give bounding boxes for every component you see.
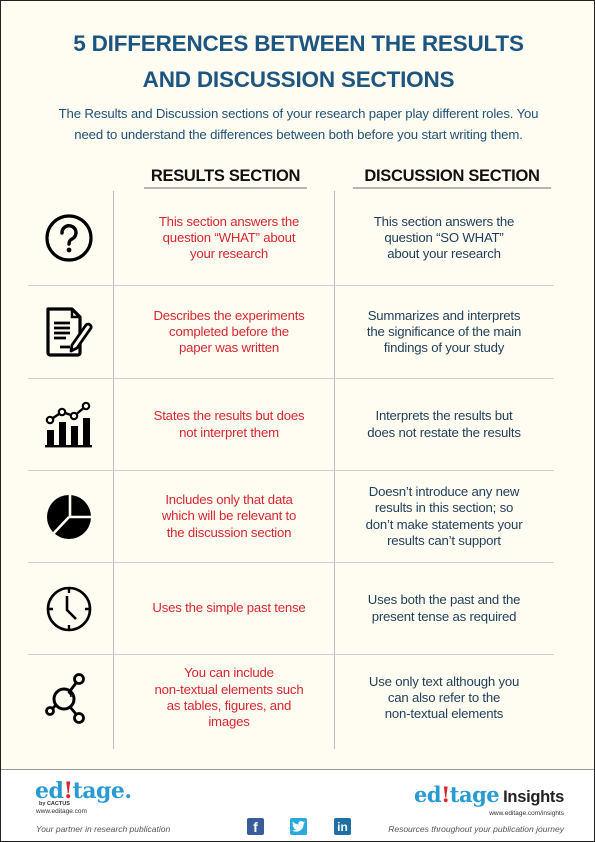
infographic-body: 5 DIFFERENCES BETWEEN THE RESULTS AND DI…	[1, 1, 594, 770]
cell-text-line: States the results but does	[153, 408, 305, 424]
logo-text: ed	[414, 782, 442, 807]
intro-text: The Results and Discussion sections of y…	[1, 103, 595, 145]
editage-insights-logo[interactable]: ed!tage Insights	[414, 782, 564, 807]
twitter-icon[interactable]	[290, 818, 307, 835]
document-pen-icon	[41, 286, 97, 378]
discussion-cell: Use only text although you can also refer…	[344, 655, 544, 741]
intro-line-2: need to understand the differences betwe…	[74, 127, 523, 142]
bar-line-chart-icon	[41, 379, 97, 470]
cell-text: Includes only that data which will be rel…	[162, 492, 296, 541]
discussion-cell: Uses both the past and the present tense …	[344, 563, 544, 654]
comparison-row: Uses the simple past tense Uses both the…	[1, 563, 595, 654]
editage-logo[interactable]: ed!tage. by CACTUS	[35, 780, 132, 807]
page-title: 5 DIFFERENCES BETWEEN THE RESULTS AND DI…	[1, 26, 595, 98]
cell-text-line: Uses both the past and the	[367, 592, 521, 608]
discussion-cell: Summarizes and interprets the significanc…	[344, 286, 544, 378]
cell-text-line: which will be relevant to	[161, 508, 297, 524]
cell-text-line: non-textual elements	[384, 706, 504, 722]
cell-text-line: images	[208, 714, 250, 730]
editage-url-link[interactable]: www.editage.com	[36, 808, 87, 815]
title-line-1: 5 DIFFERENCES BETWEEN THE RESULTS	[73, 31, 524, 56]
comparison-row: Describes the experiments completed befor…	[1, 286, 595, 378]
cell-text: Use only text although you can also refer…	[369, 674, 519, 723]
cell-text-line: not interpret them	[179, 424, 279, 440]
intro-line-1: The Results and Discussion sections of y…	[58, 106, 539, 121]
cell-text-line: don’t make statements your	[365, 516, 523, 532]
cell-text: Doesn’t introduce any new results in this…	[366, 484, 523, 549]
discussion-column-header: DISCUSSION SECTION	[353, 165, 551, 189]
cell-text-line: Use only text although you	[368, 673, 520, 689]
question-circle-icon	[41, 191, 97, 285]
discussion-cell: This section answers the question “SO WHA…	[344, 191, 544, 285]
cell-text-line: as tables, figures, and	[166, 698, 292, 713]
cell-text: Describes the experiments completed befor…	[153, 308, 304, 357]
cell-text: Uses the simple past tense	[152, 600, 305, 616]
cell-text-line: question “SO WHAT”	[384, 229, 504, 245]
results-cell: Uses the simple past tense	[129, 563, 329, 654]
comparison-row: States the results but does not interpret…	[1, 379, 595, 470]
cell-text-line: This section answers the	[158, 213, 300, 229]
cell-text-line: about your research	[387, 246, 501, 262]
cell-text-line: paper was written	[179, 340, 279, 356]
right-tagline: Resources throughout your publication jo…	[388, 824, 564, 834]
results-cell: Describes the experiments completed befor…	[129, 286, 329, 378]
cell-text-line: results in this section; so	[374, 500, 514, 516]
cell-text-line: Includes only that data	[165, 492, 293, 508]
cell-text-line: Uses the simple past tense	[152, 600, 306, 616]
cell-text-line: does not restate the results	[367, 424, 521, 440]
cell-text: Interprets the results but does not resta…	[367, 408, 521, 441]
cell-text-line: can also refer to the	[387, 689, 501, 705]
cell-text: This section answers the question “SO WHA…	[373, 213, 515, 263]
facebook-icon[interactable]: f	[247, 818, 264, 835]
results-cell: You can include non-textual elements such…	[129, 655, 329, 741]
cell-text-line: completed before the	[169, 323, 289, 339]
cell-text-line: the significance of the main	[366, 323, 522, 339]
cell-text-line: results can’t support	[387, 532, 501, 548]
cell-text: States the results but does not interpret…	[154, 408, 305, 441]
cell-text-line: the discussion section	[166, 524, 292, 540]
cell-text: This section answers the question “WHAT” …	[158, 213, 300, 263]
logo-pencil-mark: !	[441, 782, 450, 807]
discussion-cell: Doesn’t introduce any new results in this…	[344, 471, 544, 562]
title-line-2: AND DISCUSSION SECTIONS	[142, 67, 455, 92]
cell-text-line: non-textual elements such	[154, 681, 304, 697]
cell-text-line: This section answers the	[373, 213, 515, 229]
logo-text: tage	[449, 782, 500, 807]
clock-icon	[41, 563, 97, 654]
cell-text-line: findings of your study	[383, 340, 505, 356]
cell-text: Summarizes and interprets the significanc…	[367, 308, 521, 357]
cell-text-line: You can include	[184, 665, 274, 681]
insights-label: Insights	[503, 788, 564, 806]
cell-text-line: question “WHAT” about	[162, 229, 296, 245]
cell-text-line: Doesn’t introduce any new	[368, 483, 520, 499]
comparison-row: You can include non-textual elements such…	[1, 655, 595, 749]
insights-url-link[interactable]: www.editage.com/insights	[489, 810, 564, 817]
pie-chart-icon	[41, 471, 97, 562]
linkedin-icon[interactable]: in	[334, 818, 351, 835]
comparison-row: Includes only that data which will be rel…	[1, 471, 595, 562]
cell-text-line: your research	[189, 246, 268, 262]
comparison-row: This section answers the question “WHAT” …	[1, 191, 595, 285]
discussion-cell: Interprets the results but does not resta…	[344, 379, 544, 470]
cell-text-line: Interprets the results but	[375, 408, 513, 424]
results-cell: Includes only that data which will be rel…	[129, 471, 329, 562]
cell-text-line: present tense as required	[371, 608, 517, 624]
results-cell: States the results but does not interpret…	[129, 379, 329, 470]
logo-text: tage.	[72, 778, 132, 804]
cell-text: You can include non-textual elements such…	[155, 665, 304, 730]
cell-text-line: Summarizes and interprets	[367, 307, 521, 323]
cell-text: Uses both the past and the present tense …	[367, 592, 521, 625]
left-tagline: Your partner in research publication	[36, 824, 171, 834]
molecule-icon	[41, 655, 97, 741]
results-column-header: RESULTS SECTION	[144, 165, 307, 189]
results-cell: This section answers the question “WHAT” …	[129, 191, 329, 285]
cell-text-line: Describes the experiments	[153, 307, 305, 323]
